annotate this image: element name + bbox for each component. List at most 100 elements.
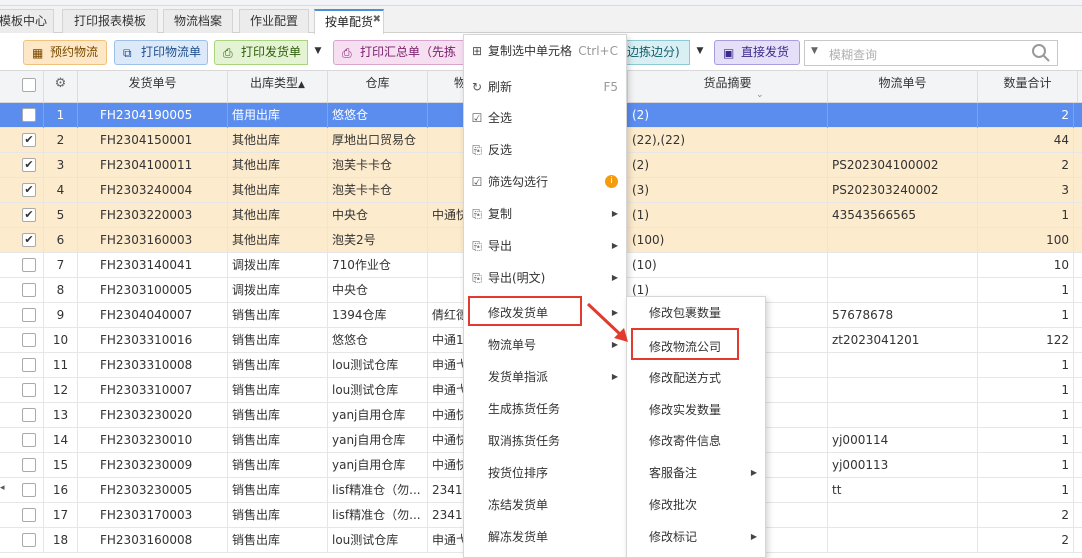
header-goods-summary[interactable]: 货品摘要 ⌄ (628, 71, 828, 103)
row-checkbox[interactable]: ✔ (22, 233, 36, 247)
direct-ship-button[interactable]: ▣ 直接发货 (714, 40, 800, 65)
warehouse-cell: 中央仓 (328, 278, 428, 303)
menu-item[interactable]: ⎘ 复制 ▶ (464, 198, 628, 230)
reserve-logistics-button[interactable]: ▦ 预约物流 (23, 40, 107, 65)
menu-item[interactable]: ↻ 刷新 F5 (464, 71, 628, 103)
row-checkbox[interactable] (22, 258, 36, 272)
row-checkbox[interactable] (22, 383, 36, 397)
menu-item[interactable]: 按货位排序 (464, 457, 628, 489)
tab-logistics-archive[interactable]: 物流档案 (163, 9, 233, 33)
menu-item[interactable]: ⎘ 导出(明文) ▶ (464, 262, 628, 294)
print-invoice-button[interactable]: ⎙ 打印发货单 (214, 40, 308, 65)
row-checkbox[interactable] (22, 308, 36, 322)
gear-icon[interactable]: ⚙ (55, 76, 67, 91)
tab-print-report-template[interactable]: 打印报表模板 (62, 9, 158, 33)
row-checkbox[interactable]: ✔ (22, 158, 36, 172)
row-number-cell: 17 (44, 503, 78, 528)
menu-item[interactable]: 生成拣货任务 (464, 393, 628, 425)
row-number-cell: 16 (44, 478, 78, 503)
row-checkbox-cell (0, 503, 44, 528)
row-checkbox[interactable] (22, 358, 36, 372)
search-input[interactable]: ▼ 模糊查询 (804, 40, 1058, 66)
calendar-icon: ▦ (32, 46, 44, 60)
pick-and-sort-button[interactable]: 边拣边分) (620, 40, 690, 65)
logistics-no-cell (828, 278, 978, 303)
submenu-item[interactable]: 修改实发数量 (627, 394, 767, 426)
row-number-cell: 4 (44, 178, 78, 203)
search-icon[interactable] (1031, 43, 1051, 63)
menu-shortcut: Ctrl+C (578, 44, 618, 58)
tab-work-config[interactable]: 作业配置 (239, 9, 309, 33)
row-checkbox[interactable]: ✔ (22, 133, 36, 147)
submenu-item[interactable]: 修改批次 (627, 489, 767, 521)
row-checkbox-cell: ✔ (0, 153, 44, 178)
qty-total-cell: 1 (978, 478, 1074, 503)
menu-item[interactable]: ⊞ 复制选中单元格 Ctrl+C (464, 35, 628, 67)
submenu-item[interactable]: 修改包裹数量 (627, 297, 767, 329)
menu-item-label: 复制 (488, 207, 513, 221)
header-logistics-no[interactable]: 物流单号 (828, 71, 978, 103)
menu-item[interactable]: 解冻发货单 (464, 521, 628, 553)
header-warehouse[interactable]: 仓库 (328, 71, 428, 103)
submenu-item[interactable]: 修改配送方式 (627, 362, 767, 394)
submenu-item-label: 修改标记 (649, 530, 698, 544)
qty-total-cell: 3 (978, 178, 1074, 203)
menu-item[interactable]: 发货单指派 ▶ (464, 361, 628, 393)
submenu-item[interactable]: 修改寄件信息 (627, 425, 767, 457)
row-checkbox[interactable] (22, 483, 36, 497)
select-all-checkbox[interactable] (22, 78, 36, 92)
out-type-cell: 销售出库 (228, 503, 328, 528)
submenu-item[interactable]: 修改标记 ▶ (627, 521, 767, 553)
row-checkbox[interactable]: ✔ (22, 183, 36, 197)
order-no-cell: FH2304150001 (78, 128, 228, 153)
header-label: 出库类型 (250, 76, 299, 90)
row-checkbox[interactable] (22, 508, 36, 522)
warehouse-cell: lou测试仓库 (328, 528, 428, 553)
print-summary-button[interactable]: ⎙ 打印汇总单（先拣后 (333, 40, 467, 65)
row-checkbox[interactable] (22, 283, 36, 297)
row-checkbox[interactable] (22, 108, 36, 122)
header-order-no[interactable]: 发货单号 (78, 71, 228, 103)
header-qty-total[interactable]: 数量合计 (978, 71, 1078, 103)
qty-total-cell: 100 (978, 228, 1074, 253)
menu-item[interactable]: ☑ 筛选勾选行 i (464, 166, 628, 198)
menu-item[interactable]: 取消拣货任务 (464, 425, 628, 457)
logistics-company-cell: 申通弋 (428, 353, 464, 378)
row-checkbox[interactable] (22, 408, 36, 422)
row-checkbox[interactable] (22, 458, 36, 472)
warehouse-cell: 710作业仓 (328, 253, 428, 278)
row-checkbox[interactable] (22, 333, 36, 347)
menu-item[interactable]: ☑ 全选 (464, 102, 628, 134)
print-invoice-dropdown[interactable]: ▼ (308, 40, 328, 65)
menu-item-label: 发货单指派 (488, 370, 549, 384)
row-checkbox-cell (0, 403, 44, 428)
tab-template-center[interactable]: 模板中心 (0, 9, 54, 33)
menu-item-label: 筛选勾选行 (488, 175, 549, 189)
row-number-cell: 7 (44, 253, 78, 278)
logistics-no-cell: tt (828, 478, 978, 503)
row-checkbox[interactable] (22, 433, 36, 447)
menu-item[interactable]: ⎘ 导出 ▶ (464, 230, 628, 262)
qty-total-cell: 122 (978, 328, 1074, 353)
row-checkbox-cell: ✔ (0, 128, 44, 153)
row-checkbox[interactable] (22, 533, 36, 547)
logistics-no-cell: 43543566565 (828, 203, 978, 228)
invert-icon: ⎘ (472, 143, 482, 157)
menu-item[interactable]: 冻结发货单 (464, 489, 628, 521)
print-logistics-button[interactable]: ⧉ 打印物流单 (114, 40, 208, 65)
logistics-company-cell (428, 153, 464, 178)
row-number-cell: 2 (44, 128, 78, 153)
tab-order-picking[interactable]: 按单配货 ✖ (314, 9, 384, 34)
row-number-cell: 9 (44, 303, 78, 328)
menu-item-label: 解冻发货单 (488, 530, 549, 544)
collapse-arrow-icon[interactable]: ◂ (0, 483, 12, 497)
qty-total-cell: 1 (978, 428, 1074, 453)
logistics-company-cell (428, 228, 464, 253)
menu-item[interactable]: ⎘ 反选 (464, 134, 628, 166)
submenu-item[interactable]: 客服备注 ▶ (627, 457, 767, 489)
row-checkbox[interactable]: ✔ (22, 208, 36, 222)
header-out-type[interactable]: 出库类型▲ (228, 71, 328, 103)
chevron-down-icon[interactable]: ▼ (811, 46, 818, 56)
close-icon[interactable]: ✖ (373, 9, 381, 31)
pick-and-sort-dropdown[interactable]: ▼ (690, 40, 710, 65)
